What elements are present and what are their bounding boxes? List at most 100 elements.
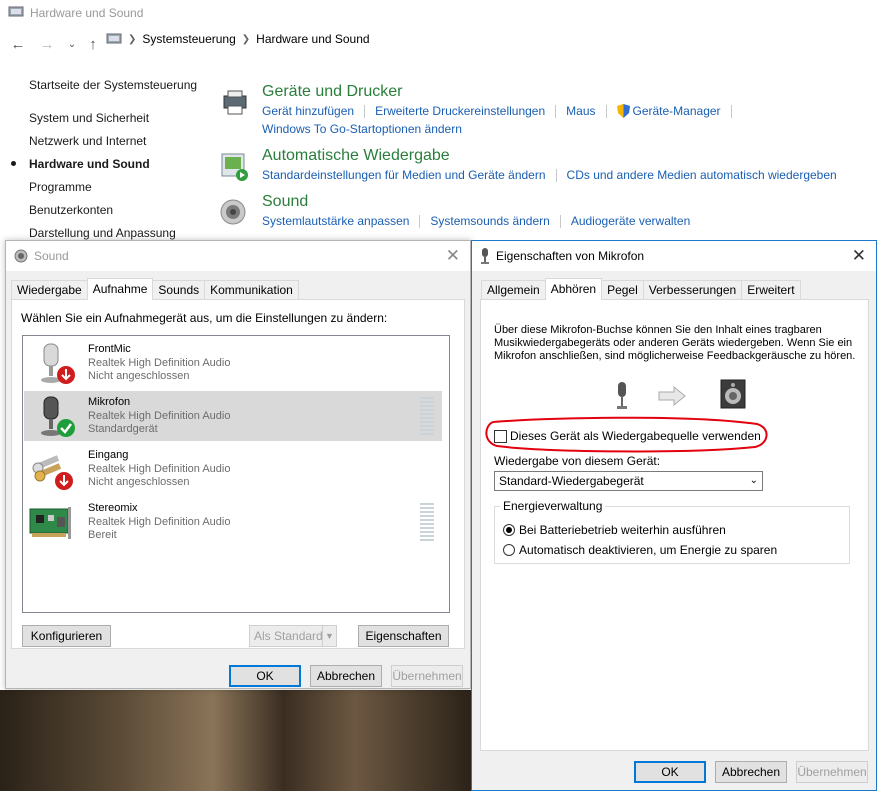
link-mouse[interactable]: Maus <box>556 104 605 118</box>
ok-button[interactable]: OK <box>634 761 706 783</box>
set-default-button[interactable]: Als Standard ▼ <box>249 625 337 647</box>
device-driver: Realtek High Definition Audio <box>88 410 231 422</box>
tab-levels[interactable]: Pegel <box>601 280 644 300</box>
close-icon[interactable]: ✕ <box>852 246 866 266</box>
back-arrow-icon[interactable]: ← <box>7 33 29 55</box>
link-system-sounds[interactable]: Systemsounds ändern <box>420 214 559 228</box>
mic-tabs: Allgemein Abhören Pegel Verbesserungen E… <box>481 278 801 300</box>
tab-recording[interactable]: Aufnahme <box>86 278 154 300</box>
link-system-volume[interactable]: Systemlautstärke anpassen <box>262 214 419 228</box>
link-media-defaults[interactable]: Standardeinstellungen für Medien und Ger… <box>262 168 556 182</box>
chevron-down-icon[interactable]: ▼ <box>322 626 336 646</box>
chevron-right-icon: ❯ <box>128 33 137 45</box>
link-add-device[interactable]: Gerät hinzufügen <box>262 104 364 118</box>
sidebar-item-appearance[interactable]: Darstellung und Anpassung <box>29 226 176 240</box>
up-arrow-icon[interactable]: ↑ <box>82 33 104 55</box>
active-bullet <box>11 161 16 166</box>
link-divider <box>730 105 732 118</box>
shield-icon <box>616 104 630 118</box>
arrow-right-icon <box>658 386 686 406</box>
list-item[interactable]: FrontMic Realtek High Definition Audio N… <box>24 338 442 388</box>
link-windows-to-go[interactable]: Windows To Go-Startoptionen ändern <box>262 122 472 136</box>
address-bar[interactable]: ❯ Systemsteuerung ❯ Hardware und Sound <box>106 32 370 46</box>
tab-general[interactable]: Allgemein <box>481 280 546 300</box>
tab-enhancements[interactable]: Verbesserungen <box>642 280 743 300</box>
microphone-icon <box>617 382 627 409</box>
listen-description: Über diese Mikrofon-Buchse können Sie de… <box>494 324 856 362</box>
tab-sounds[interactable]: Sounds <box>152 280 206 300</box>
breadcrumb-item[interactable]: Systemsteuerung <box>142 32 235 46</box>
list-item[interactable]: Stereomix Realtek High Definition Audio … <box>24 497 442 547</box>
ok-button[interactable]: OK <box>229 665 301 687</box>
power-option-battery[interactable]: Bei Batteriebetrieb weiterhin ausführen <box>503 523 726 537</box>
device-status: Bereit <box>88 529 117 541</box>
speaker-icon <box>220 197 250 227</box>
sound-tabs: Wiedergabe Aufnahme Sounds Kommunikation <box>11 278 299 300</box>
sidebar-item-programs[interactable]: Programme <box>29 180 92 194</box>
recording-device-list[interactable]: FrontMic Realtek High Definition Audio N… <box>22 335 450 613</box>
link-manage-audio-devices[interactable]: Audiogeräte verwalten <box>561 214 700 228</box>
recent-chevron-down-icon[interactable]: ⌄ <box>61 33 83 55</box>
close-icon[interactable]: ✕ <box>446 246 460 266</box>
red-circle-annotation <box>485 416 768 453</box>
forward-arrow-icon[interactable]: → <box>36 33 58 55</box>
chevron-right-icon: ❯ <box>241 33 251 45</box>
sidebar-item-system-security[interactable]: System und Sicherheit <box>29 111 149 125</box>
link-printer-settings[interactable]: Erweiterte Druckereinstellungen <box>365 104 555 118</box>
link-device-manager[interactable]: Geräte-Manager <box>607 104 731 118</box>
sidebar-item-hardware-sound[interactable]: Hardware und Sound <box>29 157 150 171</box>
sound-dialog-title-bar: Sound ✕ <box>6 241 470 271</box>
category-links-autoplay: Standardeinstellungen für Medien und Ger… <box>262 168 847 182</box>
microphone-icon <box>41 343 75 384</box>
sidebar-item-home[interactable]: Startseite der Systemsteuerung <box>29 78 197 92</box>
category-title-sound[interactable]: Sound <box>262 193 308 211</box>
tab-playback[interactable]: Wiedergabe <box>11 280 88 300</box>
sidebar-item-network[interactable]: Netzwerk und Internet <box>29 134 146 148</box>
link-cd-autoplay[interactable]: CDs und andere Medien automatisch wieder… <box>557 168 847 182</box>
power-option-auto-disable[interactable]: Automatisch deaktivieren, um Energie zu … <box>503 543 777 557</box>
set-default-label: Als Standard <box>254 629 323 643</box>
tab-communication[interactable]: Kommunikation <box>204 280 299 300</box>
device-name: Mikrofon <box>88 396 131 408</box>
list-item[interactable]: Eingang Realtek High Definition Audio Ni… <box>24 444 442 494</box>
speaker-icon <box>720 379 746 409</box>
mic-dialog-title-bar: Eigenschaften von Mikrofon ✕ <box>472 241 876 271</box>
cancel-button[interactable]: Abbrechen <box>310 665 382 687</box>
sidebar-item-user-accounts[interactable]: Benutzerkonten <box>29 203 113 217</box>
tab-listen[interactable]: Abhören <box>544 278 603 300</box>
radio-battery[interactable] <box>503 524 515 536</box>
power-management-label: Energieverwaltung <box>500 499 606 513</box>
device-driver: Realtek High Definition Audio <box>88 463 231 475</box>
microphone-icon <box>481 248 489 264</box>
control-panel-icon <box>106 33 122 44</box>
microphone-properties-dialog: Eigenschaften von Mikrofon ✕ Allgemein A… <box>471 240 877 791</box>
configure-button[interactable]: Konfigurieren <box>22 625 111 647</box>
breadcrumb-item[interactable]: Hardware und Sound <box>256 32 369 46</box>
list-item-selected[interactable]: Mikrofon Realtek High Definition Audio S… <box>24 391 442 441</box>
line-in-icon <box>32 455 73 490</box>
device-name: Eingang <box>88 449 129 461</box>
mic-dialog-title: Eigenschaften von Mikrofon <box>496 249 645 263</box>
category-title-devices-printers[interactable]: Geräte und Drucker <box>262 83 403 101</box>
window-title: Hardware und Sound <box>30 6 144 20</box>
level-meter <box>420 503 434 543</box>
recording-instruction: Wählen Sie ein Aufnahmegerät aus, um die… <box>21 311 388 325</box>
properties-button[interactable]: Eigenschaften <box>358 625 449 647</box>
sound-card-icon <box>29 507 71 539</box>
apply-button[interactable]: Übernehmen <box>391 665 463 687</box>
category-title-autoplay[interactable]: Automatische Wiedergabe <box>262 147 450 165</box>
device-driver: Realtek High Definition Audio <box>88 357 231 369</box>
printer-icon <box>220 88 250 118</box>
recording-tab-page: Wählen Sie ein Aufnahmegerät aus, um die… <box>11 299 465 649</box>
category-links-devices-2: Windows To Go-Startoptionen ändern <box>262 122 472 136</box>
control-panel-icon <box>8 5 24 22</box>
device-name: Stereomix <box>88 502 138 514</box>
radio-auto-disable[interactable] <box>503 544 515 556</box>
cancel-button[interactable]: Abbrechen <box>715 761 787 783</box>
tab-advanced[interactable]: Erweitert <box>741 280 801 300</box>
desktop-background-image <box>0 690 473 791</box>
apply-button[interactable]: Übernehmen <box>796 761 868 783</box>
device-name: FrontMic <box>88 343 131 355</box>
playback-device-select[interactable]: Standard-Wiedergabegerät ⌄ <box>494 471 763 491</box>
microphone-icon <box>41 396 75 437</box>
